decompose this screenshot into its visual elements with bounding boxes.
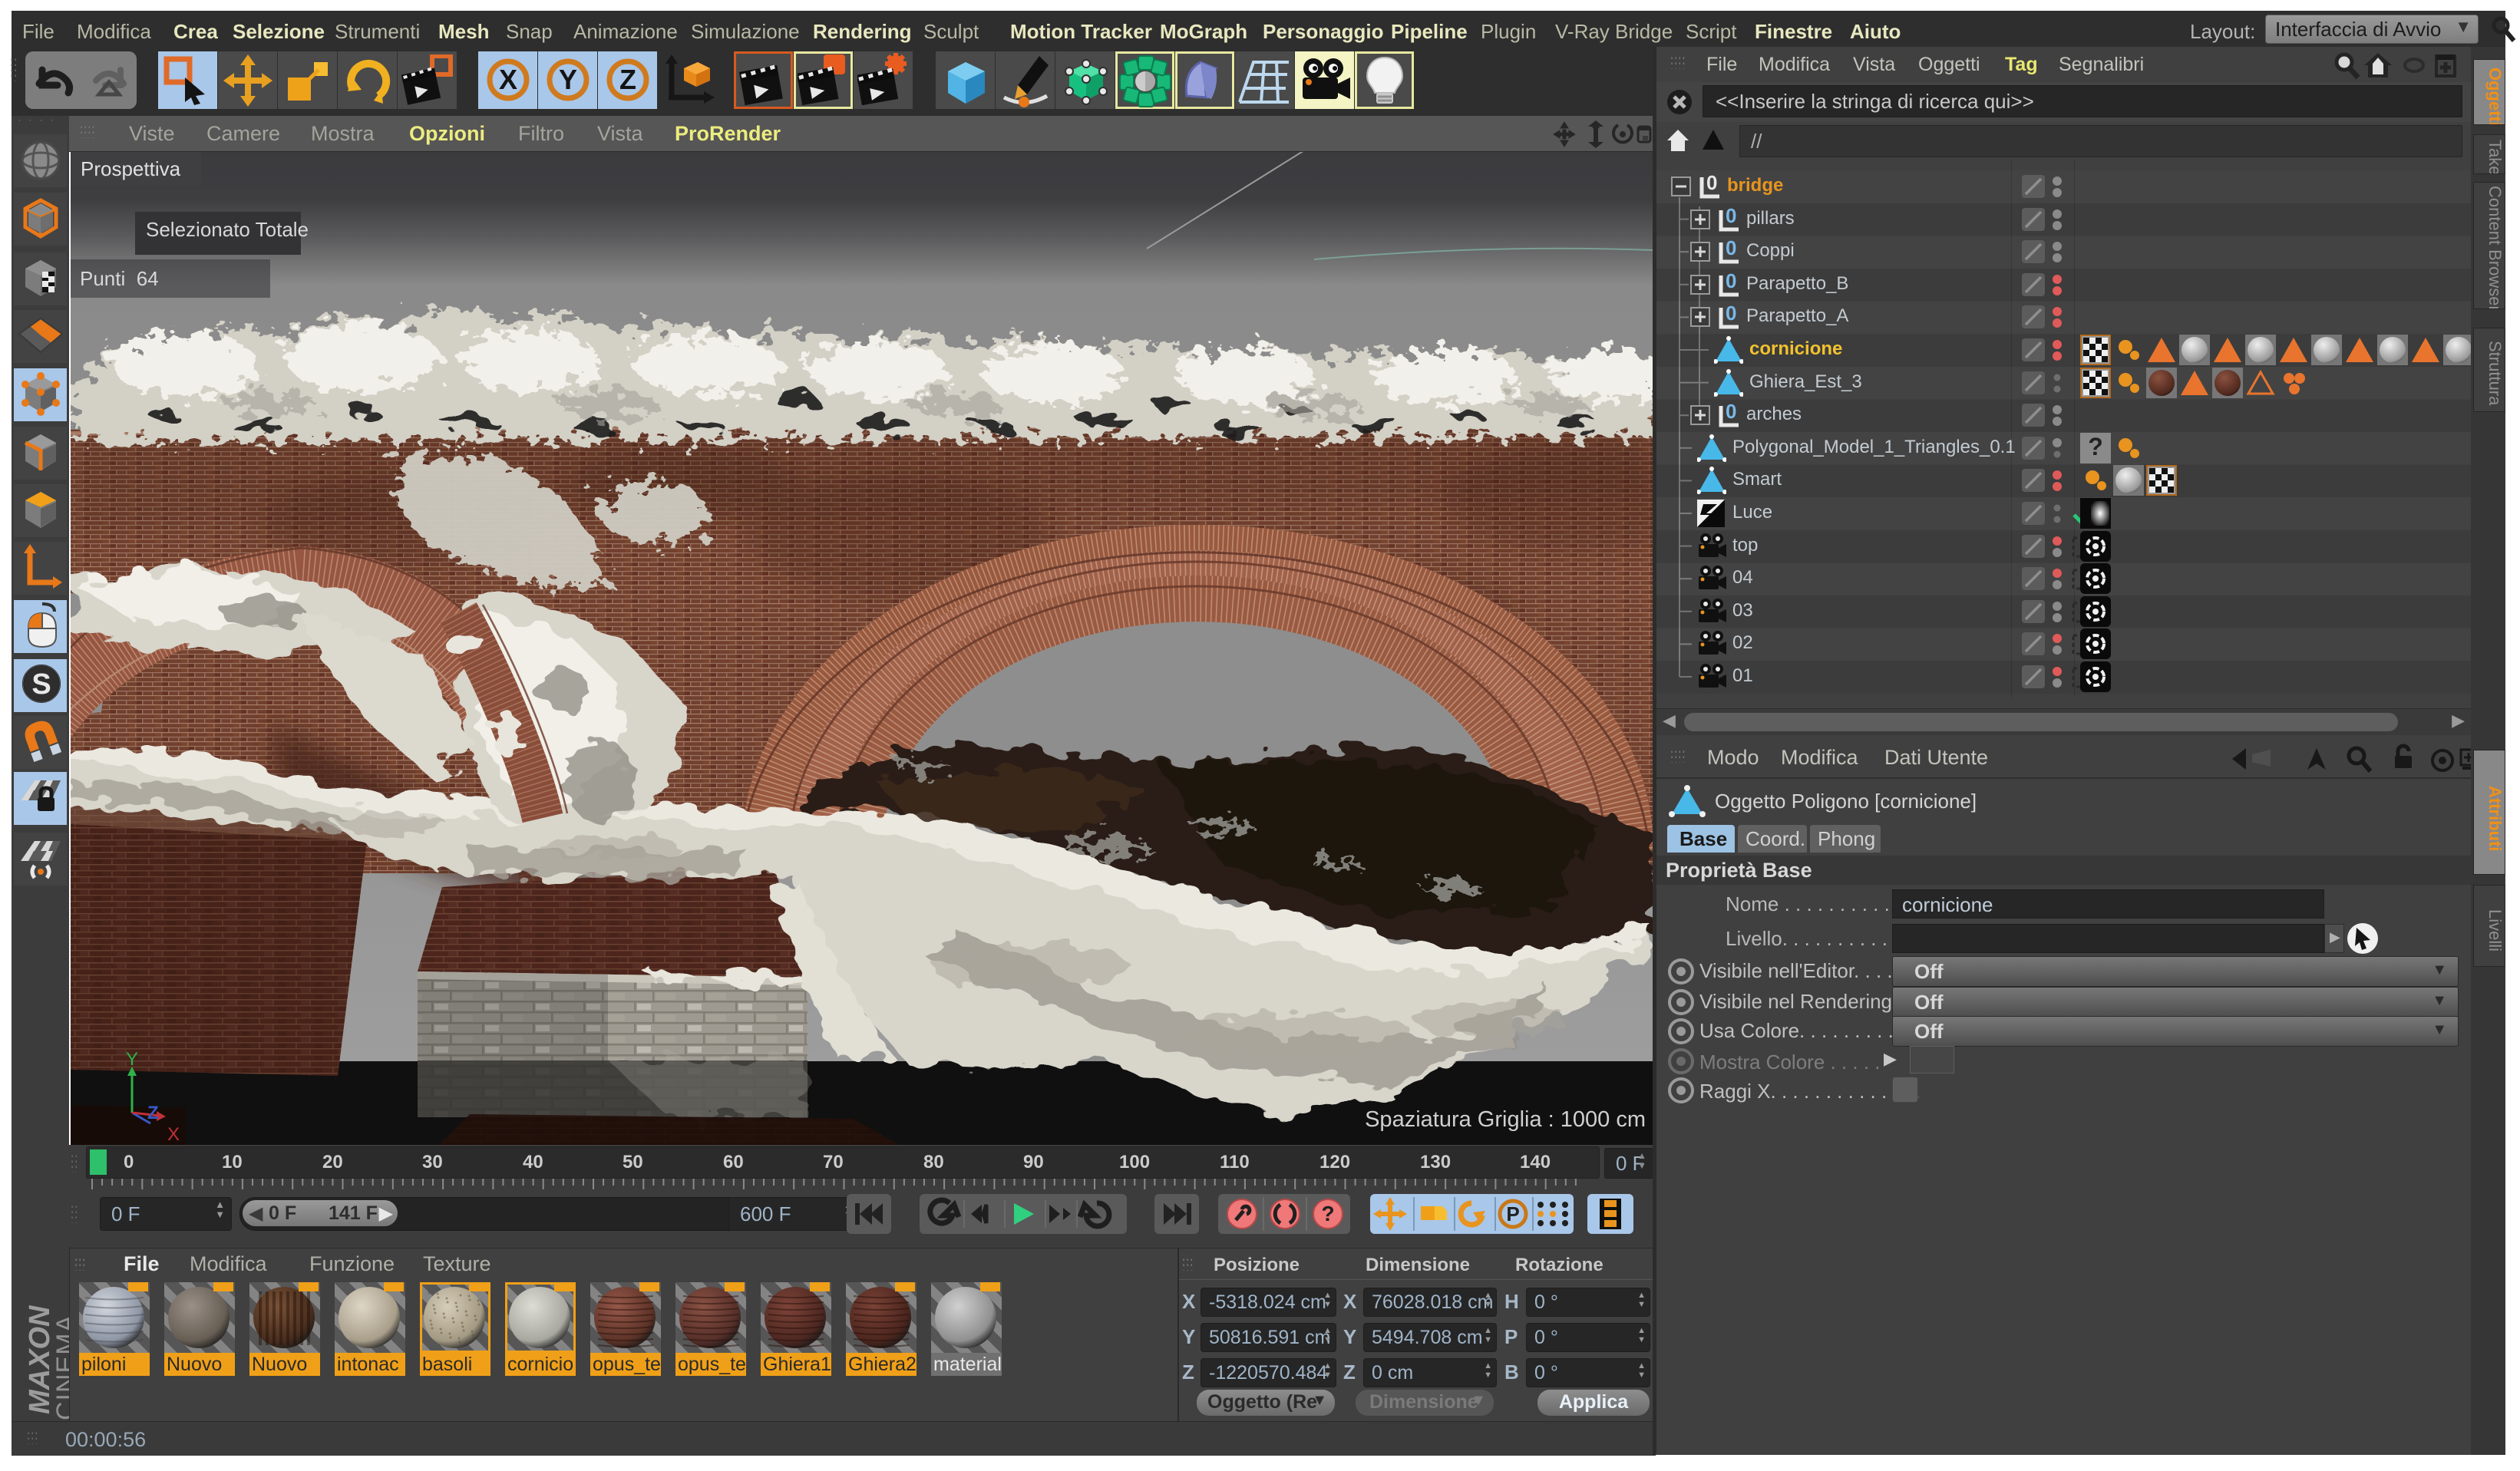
svg-text:Z: Z <box>619 64 636 95</box>
svg-text:0: 0 <box>1706 173 1717 194</box>
svg-text:0: 0 <box>1726 238 1736 259</box>
svg-text:Z: Z <box>147 1103 159 1123</box>
svg-text:0: 0 <box>1726 271 1736 292</box>
svg-text:Spaziatura Griglia : 1000 cm: Spaziatura Griglia : 1000 cm <box>1365 1107 1646 1132</box>
svg-text:0: 0 <box>1726 206 1736 227</box>
svg-text:0: 0 <box>1726 303 1736 325</box>
svg-text:X: X <box>167 1124 180 1145</box>
svg-text:?: ? <box>1321 1202 1334 1225</box>
svg-text:P: P <box>1506 1202 1519 1225</box>
svg-text:Y: Y <box>126 1049 138 1070</box>
svg-text:X: X <box>499 64 517 95</box>
svg-text:Y: Y <box>559 64 577 95</box>
svg-text:S: S <box>31 668 51 701</box>
svg-text:0: 0 <box>1726 401 1736 423</box>
